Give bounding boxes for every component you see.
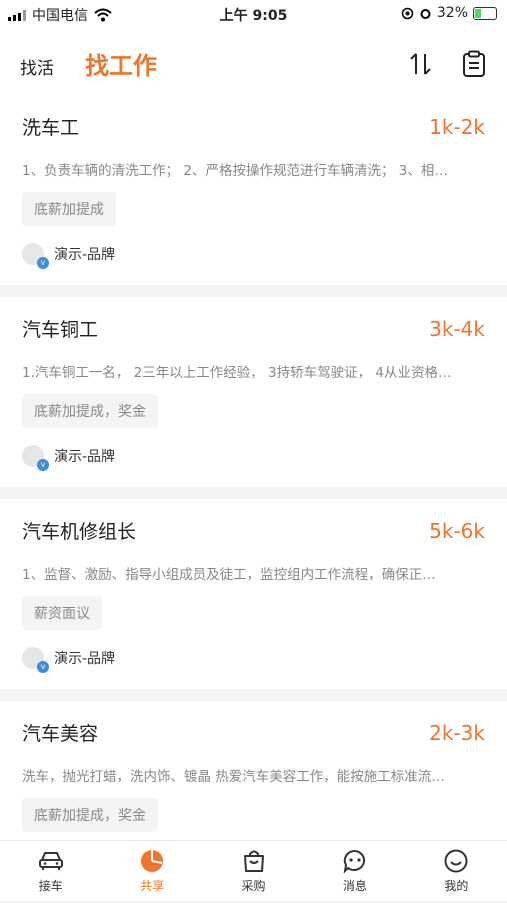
job-title: 汽车美容: [22, 723, 99, 745]
job-title: 汽车机修组长: [22, 521, 137, 543]
job-title: 汽车铜工: [22, 319, 99, 341]
alarm-icon: [420, 8, 431, 19]
job-tag: 底薪加提成，奖金: [22, 798, 158, 832]
job-salary: 3k-4k: [429, 317, 485, 341]
job-title: 洗车工: [22, 117, 80, 139]
smiley-icon: [444, 849, 468, 873]
sort-icon[interactable]: [407, 50, 435, 78]
tab-purchase[interactable]: 采购: [203, 841, 304, 901]
job-list: 洗车工 1k-2k 1、负责车辆的清洗工作； 2、严格按操作规范进行车辆清洗； …: [0, 95, 507, 903]
job-description: 洗车，抛光打蜡，洗内饰、镀晶 热爱汽车美容工作，能按施工标准流…: [22, 769, 445, 785]
job-card[interactable]: 汽车铜工 3k-4k 1.汽车铜工一名， 2三年以上工作经验， 3持轿车驾驶证，…: [0, 297, 507, 499]
verified-icon: v: [37, 661, 49, 673]
job-card[interactable]: 汽车机修组长 5k-6k 1、监督、激励、指导小组成员及徒工，监控组内工作流程，…: [0, 499, 507, 701]
tab-label: 消息: [342, 879, 367, 893]
pie-chart-icon: [141, 850, 164, 872]
tab-mine[interactable]: 我的: [406, 841, 507, 901]
job-brand: v 演示-品牌: [22, 243, 116, 269]
avatar: v: [22, 647, 49, 673]
battery-percent: 32%: [436, 5, 468, 21]
verified-icon: v: [37, 459, 49, 471]
clipboard-icon[interactable]: [461, 50, 487, 78]
status-bar: 中国电信 上午 9:05 32%: [0, 0, 507, 28]
job-description: 1、负责车辆的清洗工作； 2、严格按操作规范进行车辆清洗； 3、相…: [22, 163, 448, 179]
avatar: v: [22, 243, 49, 269]
tab-label: 我的: [444, 879, 469, 893]
brand-name: 演示-品牌: [54, 449, 116, 465]
brand-name: 演示-品牌: [54, 247, 116, 263]
verified-icon: v: [37, 257, 49, 269]
brand-name: 演示-品牌: [54, 651, 116, 667]
bottom-tab-bar: 接车 共享 采购 消息 我的: [0, 840, 507, 901]
job-salary: 1k-2k: [429, 115, 485, 139]
battery-icon: [473, 6, 497, 20]
job-tag: 薪资面议: [22, 596, 102, 630]
job-description: 1、监督、激励、指导小组成员及徒工，监控组内工作流程，确保正…: [22, 567, 436, 583]
tab-receive-car[interactable]: 接车: [0, 841, 101, 901]
job-brand: v 演示-品牌: [22, 445, 116, 471]
job-tag: 底薪加提成，奖金: [22, 394, 158, 428]
top-header: 找活 找工作: [0, 38, 507, 88]
job-description: 1.汽车铜工一名， 2三年以上工作经验， 3持轿车驾驶证， 4从业资格…: [22, 365, 452, 381]
status-right: 32%: [401, 5, 497, 21]
job-card[interactable]: 洗车工 1k-2k 1、负责车辆的清洗工作； 2、严格按操作规范进行车辆清洗； …: [0, 95, 507, 297]
tab-label: 采购: [241, 879, 266, 893]
tab-messages[interactable]: 消息: [304, 841, 405, 901]
job-salary: 5k-6k: [429, 519, 485, 543]
job-brand: v 演示-品牌: [22, 647, 116, 673]
orientation-lock-icon: [401, 7, 414, 19]
car-icon: [38, 852, 63, 870]
chat-icon: [343, 849, 365, 873]
tab-find-worker[interactable]: 找工作: [85, 46, 157, 81]
tab-share[interactable]: 共享: [101, 841, 202, 901]
tab-label: 接车: [38, 879, 63, 893]
avatar: v: [22, 445, 49, 471]
tab-find-job[interactable]: 找活: [20, 54, 54, 79]
shopping-bag-icon: [243, 850, 264, 872]
tab-label: 共享: [140, 879, 165, 893]
job-salary: 2k-3k: [429, 721, 485, 745]
job-tag: 底薪加提成: [22, 192, 116, 226]
